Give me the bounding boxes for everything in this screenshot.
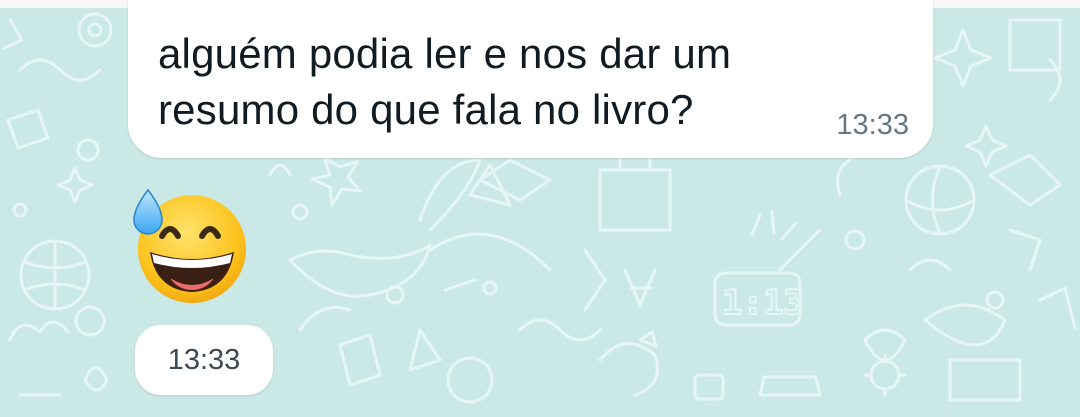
emoji-message-timestamp: 13:33 (167, 344, 241, 376)
incoming-message-bubble[interactable]: alguém podia ler e nos dar um resumo do … (128, 0, 933, 158)
wallpaper-clock-text: 1:13 (722, 283, 804, 323)
message-text: alguém podia ler e nos dar um resumo do … (158, 30, 732, 133)
message-timestamp: 13:33 (836, 109, 909, 141)
grinning-face-with-sweat-icon[interactable] (128, 186, 252, 310)
emoji-message-timestamp-bubble[interactable]: 13:33 (135, 325, 273, 395)
